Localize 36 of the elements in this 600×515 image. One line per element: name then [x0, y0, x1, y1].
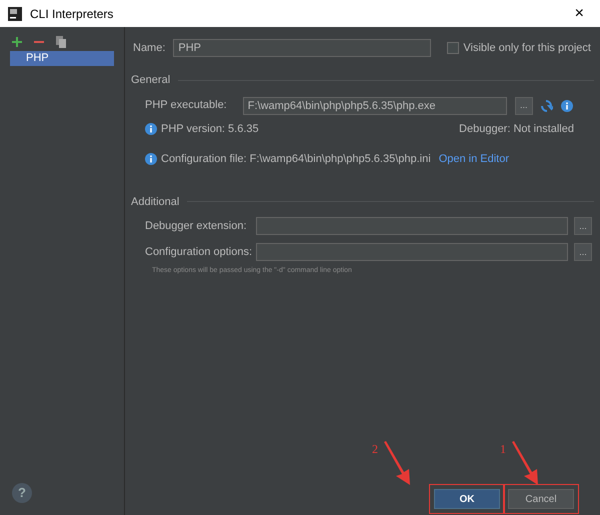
add-icon[interactable]: [12, 37, 22, 47]
copy-icon[interactable]: [56, 36, 66, 48]
info-icon: [560, 100, 573, 112]
cancel-button[interactable]: Cancel: [508, 489, 574, 509]
name-label: Name:: [133, 40, 166, 56]
section-title: General: [131, 73, 170, 88]
input-field[interactable]: [256, 243, 568, 261]
window-title: CLI Interpreters: [30, 6, 114, 22]
close-button[interactable]: ×: [566, 2, 592, 26]
executable-label: PHP executable:: [145, 98, 227, 114]
app-icon: [8, 6, 22, 20]
checkbox-label: Visible only for this project: [463, 40, 591, 56]
info-icon: [145, 122, 157, 135]
input-field[interactable]: [256, 217, 568, 235]
version-text: PHP version: 5.6.35: [161, 122, 259, 136]
browse-button[interactable]: ...: [574, 243, 592, 261]
annotation-arrow: [510, 440, 540, 486]
browse-button[interactable]: ...: [574, 217, 592, 235]
refresh-icon[interactable]: [540, 100, 553, 112]
debugger-status: Debugger: Not installed: [459, 122, 574, 136]
field-label: Configuration options:: [145, 244, 249, 260]
browse-button[interactable]: ...: [514, 96, 533, 114]
ok-button[interactable]: OK: [434, 489, 500, 509]
executable-field[interactable]: F:\wamp64\bin\php\php5.6.35\php.exe: [242, 96, 507, 114]
open-in-editor-link[interactable]: Open in Editor: [438, 151, 510, 168]
section-title: Additional: [131, 194, 180, 210]
name-field[interactable]: PHP: [173, 39, 432, 57]
checkbox[interactable]: [447, 42, 460, 54]
annotation-number: 1: [500, 441, 506, 458]
config-file-text: Configuration file: F:\wamp64\bin\php\php5.6.35\php.ini: [161, 152, 431, 167]
sidebar-item[interactable]: PHP: [10, 51, 114, 66]
field-label: Debugger extension:: [145, 218, 248, 234]
info-icon: [145, 153, 157, 166]
annotation-arrow: [382, 440, 412, 486]
annotation-number: 2: [372, 441, 378, 458]
help-button[interactable]: ?: [12, 483, 32, 503]
